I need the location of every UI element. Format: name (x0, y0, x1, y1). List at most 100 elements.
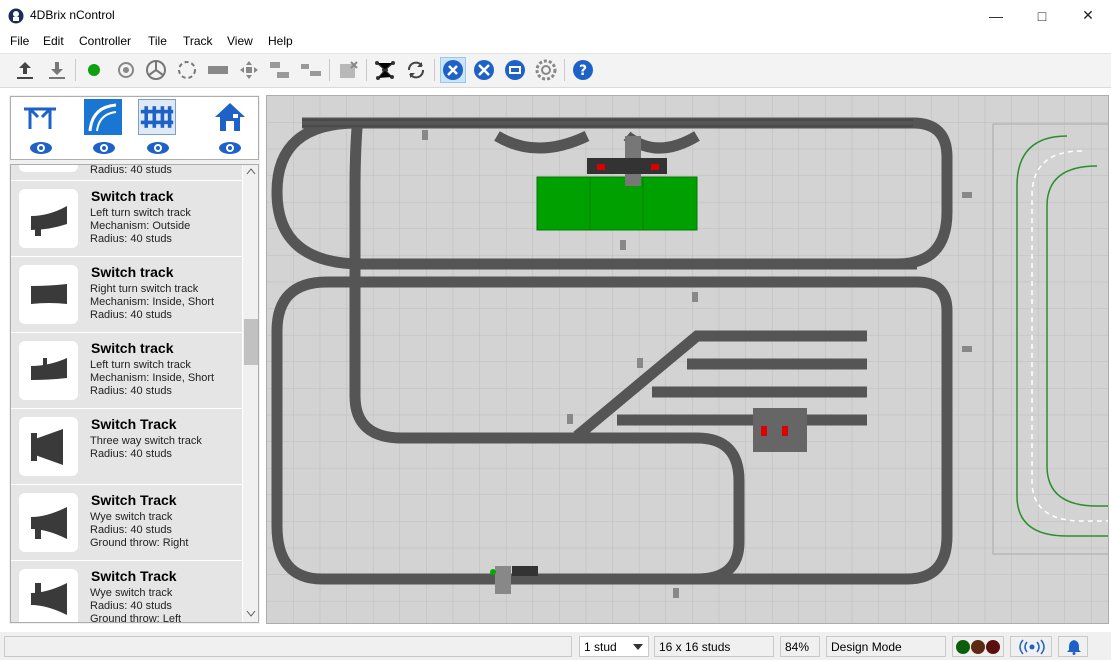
item-line: Radius: 40 studs (90, 233, 172, 245)
list-item[interactable]: Switch track Right turn switch track Mec… (11, 257, 242, 333)
table-icon (24, 107, 56, 129)
chevron-down-icon (633, 644, 643, 650)
tools-icon[interactable] (471, 57, 497, 83)
toolbar-separator (434, 59, 435, 81)
track-thumbnail (19, 165, 78, 172)
circle-icon[interactable] (174, 57, 200, 83)
item-line: Left turn switch track (90, 359, 191, 371)
item-line: Wye switch track (90, 587, 173, 599)
track-layout[interactable] (267, 96, 1109, 624)
download-icon[interactable] (44, 57, 70, 83)
window-title: 4DBrix nControl (30, 8, 115, 22)
fence-icon (140, 106, 174, 128)
toolbar-separator (329, 59, 330, 81)
broadcast-icon[interactable] (1010, 636, 1052, 657)
list-item[interactable]: Switch track Left turn switch track Mech… (11, 333, 242, 409)
layout2-icon[interactable] (298, 57, 324, 83)
three-way-switch-thumbnail (19, 417, 78, 476)
refresh-icon[interactable] (403, 57, 429, 83)
layout-icon[interactable] (267, 57, 293, 83)
list-item[interactable]: Radius: 40 studs (11, 164, 242, 181)
item-line: Radius: 40 studs (90, 448, 172, 460)
menu-view[interactable]: View (227, 34, 253, 48)
item-line: Three way switch track (90, 435, 202, 447)
item-line: Mechanism: Outside (90, 220, 191, 232)
turntable-icon[interactable] (143, 57, 169, 83)
list-scrollbar[interactable] (243, 165, 258, 622)
item-line: Radius: 40 studs (90, 164, 172, 176)
category-buildings[interactable] (211, 99, 249, 135)
green-dot-icon[interactable] (81, 57, 107, 83)
item-title: Switch Track (91, 568, 177, 584)
menu-tile[interactable]: Tile (148, 34, 167, 48)
item-title: Switch Track (91, 416, 177, 432)
train-light (597, 164, 605, 170)
library-panel: Radius: 40 studs Switch track Left turn … (9, 95, 260, 624)
zoom-level: 84% (780, 636, 820, 657)
menu-edit[interactable]: Edit (43, 34, 64, 48)
gear-icon[interactable] (533, 57, 559, 83)
eye-icon[interactable] (218, 141, 242, 155)
title-bar: 4DBrix nControl — □ ✕ (0, 0, 1111, 31)
grid-size-value: 1 stud (584, 640, 617, 654)
svg-text:?: ? (579, 63, 587, 79)
item-title: Switch track (91, 340, 174, 356)
menu-bar: File Edit Controller Tile Track View Hel… (0, 31, 1111, 52)
list-item[interactable]: Switch track Left turn switch track Mech… (11, 181, 242, 257)
close-button[interactable]: ✕ (1065, 0, 1111, 31)
layout-canvas[interactable] (266, 95, 1109, 624)
scrollbar-thumb[interactable] (244, 319, 258, 365)
delete-icon[interactable] (335, 57, 361, 83)
traffic-lights (952, 636, 1004, 657)
menu-help[interactable]: Help (268, 34, 293, 48)
menu-controller[interactable]: Controller (79, 34, 131, 48)
eye-icon[interactable] (92, 141, 116, 155)
item-title: Switch track (91, 264, 174, 280)
signal-icon[interactable] (113, 57, 139, 83)
grid-size-select[interactable]: 1 stud (579, 636, 649, 657)
eye-icon[interactable] (146, 141, 170, 155)
network-icon[interactable] (372, 57, 398, 83)
monitor-icon[interactable] (502, 57, 528, 83)
category-tracks[interactable] (84, 99, 122, 135)
menu-track[interactable]: Track (183, 34, 213, 48)
item-line: Radius: 40 studs (90, 309, 172, 321)
item-line: Left turn switch track (90, 207, 191, 219)
platform-board (536, 176, 698, 231)
toolbar-separator (564, 59, 565, 81)
scroll-down-icon[interactable] (246, 610, 256, 618)
crossing (495, 566, 511, 594)
track-curve-icon (88, 103, 117, 132)
maximize-button[interactable]: □ (1019, 0, 1065, 31)
bell-icon[interactable] (1058, 636, 1088, 657)
pencil-tools-icon[interactable] (440, 57, 466, 83)
item-line: Mechanism: Inside, Short (90, 372, 215, 384)
item-line: Right turn switch track (90, 283, 199, 295)
signal-light (490, 569, 496, 575)
minimize-button[interactable]: — (973, 0, 1019, 31)
cross-arrows-icon[interactable] (236, 57, 262, 83)
shed-light (761, 426, 767, 436)
left-switch-thumbnail (19, 189, 78, 248)
menu-file[interactable]: File (10, 34, 29, 48)
wye-switch-thumbnail (19, 493, 78, 552)
category-bar (10, 96, 259, 160)
category-fences[interactable] (138, 99, 176, 135)
category-structures[interactable] (21, 99, 59, 135)
item-line: Wye switch track (90, 511, 173, 523)
list-item[interactable]: Switch Track Wye switch track Radius: 40… (11, 561, 242, 622)
wye-switch-thumbnail (19, 569, 78, 622)
item-line: Radius: 40 studs (90, 600, 172, 612)
list-item[interactable]: Switch Track Three way switch track Radi… (11, 409, 242, 485)
adjacent-tile-grid (993, 124, 1108, 554)
item-title: Switch Track (91, 492, 177, 508)
eye-icon[interactable] (29, 141, 53, 155)
item-line: Mechanism: Inside, Short (90, 296, 215, 308)
upload-icon[interactable] (12, 57, 38, 83)
help-icon[interactable]: ? (570, 57, 596, 83)
status-message (4, 636, 572, 657)
list-item[interactable]: Switch Track Wye switch track Radius: 40… (11, 485, 242, 561)
scroll-up-icon[interactable] (246, 167, 256, 175)
item-line: Radius: 40 studs (90, 524, 172, 536)
brick-icon[interactable] (205, 57, 231, 83)
